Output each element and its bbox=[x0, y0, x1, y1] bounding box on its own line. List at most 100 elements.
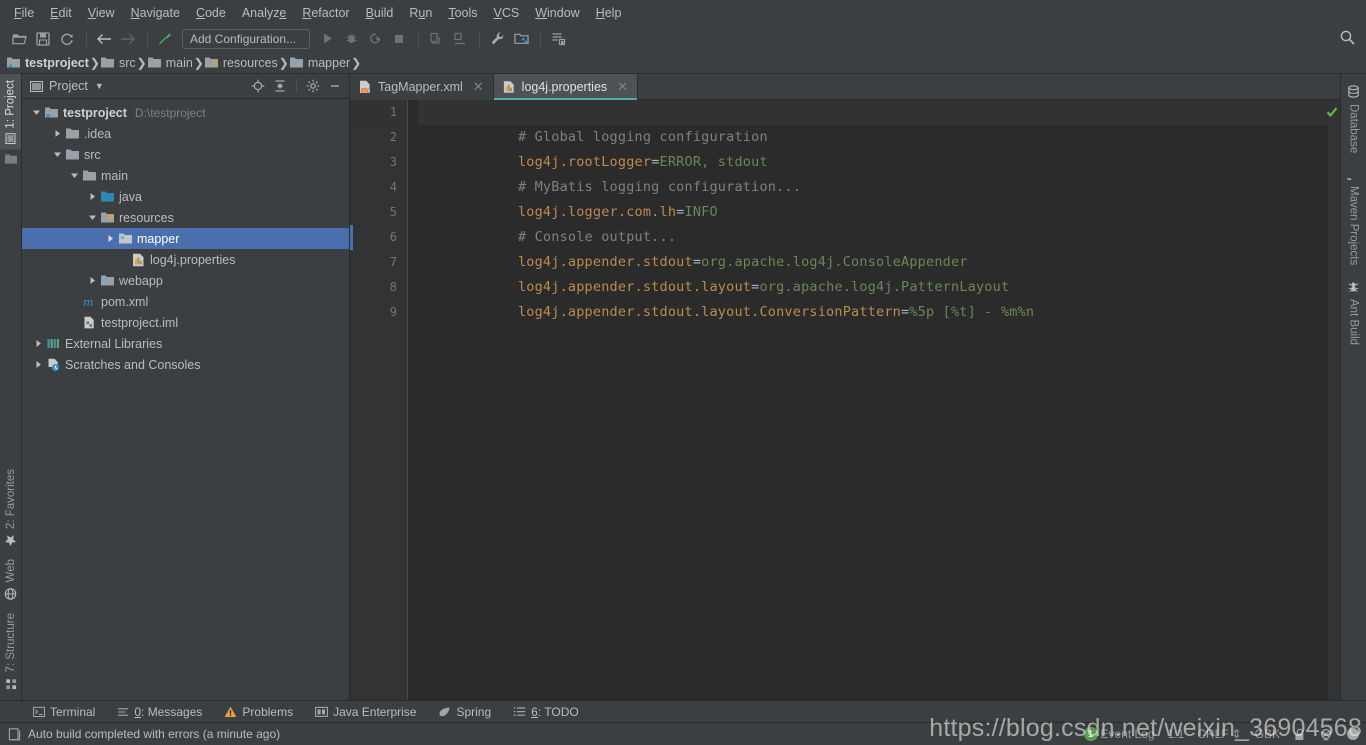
tool-window-spring[interactable]: Spring bbox=[427, 705, 502, 719]
sidebar-item-structure[interactable]: 7: Structure bbox=[0, 607, 22, 696]
line-separator-selector[interactable]: CRLF ⇕ bbox=[1197, 727, 1241, 741]
code-content[interactable]: # Global logging configuration log4j.roo… bbox=[408, 100, 1328, 700]
chevron-right-icon[interactable] bbox=[86, 192, 99, 201]
tree-item-java[interactable]: java bbox=[22, 186, 349, 207]
open-folder-icon[interactable] bbox=[8, 28, 30, 50]
sidebar-item-project[interactable]: 1: Project bbox=[0, 74, 21, 150]
tree-item-mapper[interactable]: mapper bbox=[22, 228, 349, 249]
menu-build[interactable]: Build bbox=[358, 3, 402, 23]
tree-item-resources[interactable]: resources bbox=[22, 207, 349, 228]
sync-refresh-icon[interactable] bbox=[56, 28, 78, 50]
tree-item-pom-xml[interactable]: m pom.xml bbox=[22, 291, 349, 312]
tree-item-main[interactable]: main bbox=[22, 165, 349, 186]
green-check-icon[interactable] bbox=[1326, 106, 1338, 118]
sidebar-item-favorites[interactable]: 2: Favorites bbox=[0, 463, 22, 553]
inspections-icon[interactable] bbox=[1319, 728, 1333, 741]
close-icon[interactable]: ✕ bbox=[617, 79, 628, 95]
chevron-right-icon[interactable] bbox=[32, 360, 45, 369]
menu-refactor[interactable]: Refactor bbox=[294, 3, 357, 23]
sidebar-item-web[interactable]: Web bbox=[0, 553, 22, 606]
chevron-right-icon[interactable] bbox=[32, 339, 45, 348]
run-configuration-selector[interactable]: Add Configuration... bbox=[182, 28, 310, 49]
unlocked-icon[interactable] bbox=[1293, 728, 1306, 741]
chevron-right-icon[interactable] bbox=[86, 276, 99, 285]
menu-help[interactable]: Help bbox=[588, 3, 630, 23]
line-number: 4 bbox=[389, 180, 397, 194]
tree-item-external-libraries[interactable]: External Libraries bbox=[22, 333, 349, 354]
caret-position[interactable]: 1:1 bbox=[1168, 727, 1185, 741]
menu-tools[interactable]: Tools bbox=[440, 3, 485, 23]
tool-window-messages[interactable]: 0: Messages bbox=[106, 705, 213, 719]
menu-analyze[interactable]: Analyze bbox=[234, 3, 294, 23]
chevron-down-icon[interactable] bbox=[86, 213, 99, 222]
tree-item-label: src bbox=[84, 147, 101, 162]
breadcrumb-item-main[interactable]: main bbox=[147, 52, 194, 74]
menu-window[interactable]: Window bbox=[527, 3, 587, 23]
tab-log4j-properties[interactable]: log4j.properties ✕ bbox=[493, 74, 639, 100]
tab-tagmapper-xml[interactable]: </> TagMapper.xml ✕ bbox=[350, 74, 494, 100]
locate-target-icon[interactable] bbox=[248, 76, 268, 96]
chevron-down-icon[interactable]: ▼ bbox=[95, 81, 104, 91]
code-token-key: log4j.rootLogger bbox=[517, 154, 652, 170]
search-icon[interactable] bbox=[1339, 29, 1356, 46]
tree-item-log4j-properties[interactable]: log4j.properties bbox=[22, 249, 349, 270]
close-icon[interactable]: ✕ bbox=[473, 79, 484, 95]
gear-icon[interactable] bbox=[303, 76, 323, 96]
sidebar-item-ant-build[interactable]: Ant Build bbox=[1345, 273, 1362, 352]
tool-window-terminal[interactable]: Terminal bbox=[22, 705, 106, 719]
build-hammer-icon[interactable] bbox=[154, 28, 176, 50]
chevron-right-icon[interactable] bbox=[51, 129, 64, 138]
status-message[interactable]: Auto build completed with errors (a minu… bbox=[28, 727, 280, 741]
menu-code[interactable]: Code bbox=[188, 3, 234, 23]
save-all-icon[interactable] bbox=[32, 28, 54, 50]
back-arrow-icon[interactable] bbox=[93, 28, 115, 50]
project-structure-icon[interactable] bbox=[510, 28, 532, 50]
maven-m-icon: m bbox=[81, 295, 98, 309]
menu-vcs[interactable]: VCS bbox=[486, 3, 528, 23]
menu-view[interactable]: View bbox=[80, 3, 123, 23]
project-tree[interactable]: testproject D:\testproject .idea src mai… bbox=[22, 99, 349, 700]
folder-icon[interactable] bbox=[4, 153, 18, 165]
sync-maven-icon[interactable] bbox=[547, 28, 569, 50]
memory-indicator-icon[interactable] bbox=[1346, 727, 1360, 741]
breadcrumb-item-resources[interactable]: resources bbox=[204, 52, 279, 74]
code-line[interactable]: # Global logging configuration bbox=[418, 100, 1328, 145]
settings-wrench-icon[interactable] bbox=[486, 28, 508, 50]
tool-window-problems[interactable]: Problems bbox=[213, 705, 304, 719]
tool-window-java-enterprise-label: Java Enterprise bbox=[333, 704, 417, 719]
tree-item-testproject[interactable]: testproject D:\testproject bbox=[22, 102, 349, 123]
breadcrumb-item-testproject[interactable]: testproject bbox=[6, 52, 90, 74]
breadcrumb-item-mapper[interactable]: mapper bbox=[289, 52, 351, 74]
chevron-down-icon[interactable] bbox=[51, 150, 64, 159]
editor-gutter[interactable]: 1 2 3 4 5 6 7 8 9 bbox=[350, 100, 408, 700]
event-log-button[interactable]: 1 Event Log bbox=[1083, 727, 1155, 741]
tree-item-webapp[interactable]: webapp bbox=[22, 270, 349, 291]
encoding-selector[interactable]: GBK bbox=[1255, 727, 1280, 741]
breadcrumb-label: testproject bbox=[25, 55, 89, 70]
sidebar-item-web-label: Web bbox=[5, 559, 17, 583]
tree-item-scratches-and-consoles[interactable]: Scratches and Consoles bbox=[22, 354, 349, 375]
breadcrumb-item-src[interactable]: src bbox=[100, 52, 137, 74]
chevron-down-icon[interactable] bbox=[30, 108, 43, 117]
error-stripe-gutter[interactable] bbox=[1326, 100, 1340, 700]
sidebar-item-maven-projects[interactable]: m Maven Projects bbox=[1345, 160, 1362, 272]
breadcrumb-chevron-icon: ❯ bbox=[89, 55, 100, 70]
hide-minimize-icon[interactable] bbox=[325, 76, 345, 96]
breadcrumb: testproject ❯ src ❯ main ❯ resources ❯ m… bbox=[0, 52, 1366, 74]
menu-run[interactable]: Run bbox=[401, 3, 440, 23]
sidebar-item-database[interactable]: Database bbox=[1345, 78, 1362, 160]
tool-window-java-enterprise[interactable]: Java Enterprise bbox=[304, 705, 427, 719]
menu-edit[interactable]: Edit bbox=[42, 3, 80, 23]
menu-navigate[interactable]: Navigate bbox=[123, 3, 188, 23]
chevron-down-icon[interactable] bbox=[68, 171, 81, 180]
build-status-icon[interactable] bbox=[8, 727, 21, 741]
tree-item-idea[interactable]: .idea bbox=[22, 123, 349, 144]
menu-file[interactable]: File bbox=[6, 3, 42, 23]
collapse-all-icon[interactable] bbox=[270, 76, 290, 96]
tree-item-testproject-iml[interactable]: testproject.iml bbox=[22, 312, 349, 333]
tree-item-src[interactable]: src bbox=[22, 144, 349, 165]
code-token-value: %5p [%t] - %m%n bbox=[909, 304, 1035, 320]
chevron-right-icon[interactable] bbox=[104, 234, 117, 243]
tool-window-todo[interactable]: 6: TODO bbox=[502, 705, 590, 719]
web-globe-icon bbox=[5, 588, 18, 601]
